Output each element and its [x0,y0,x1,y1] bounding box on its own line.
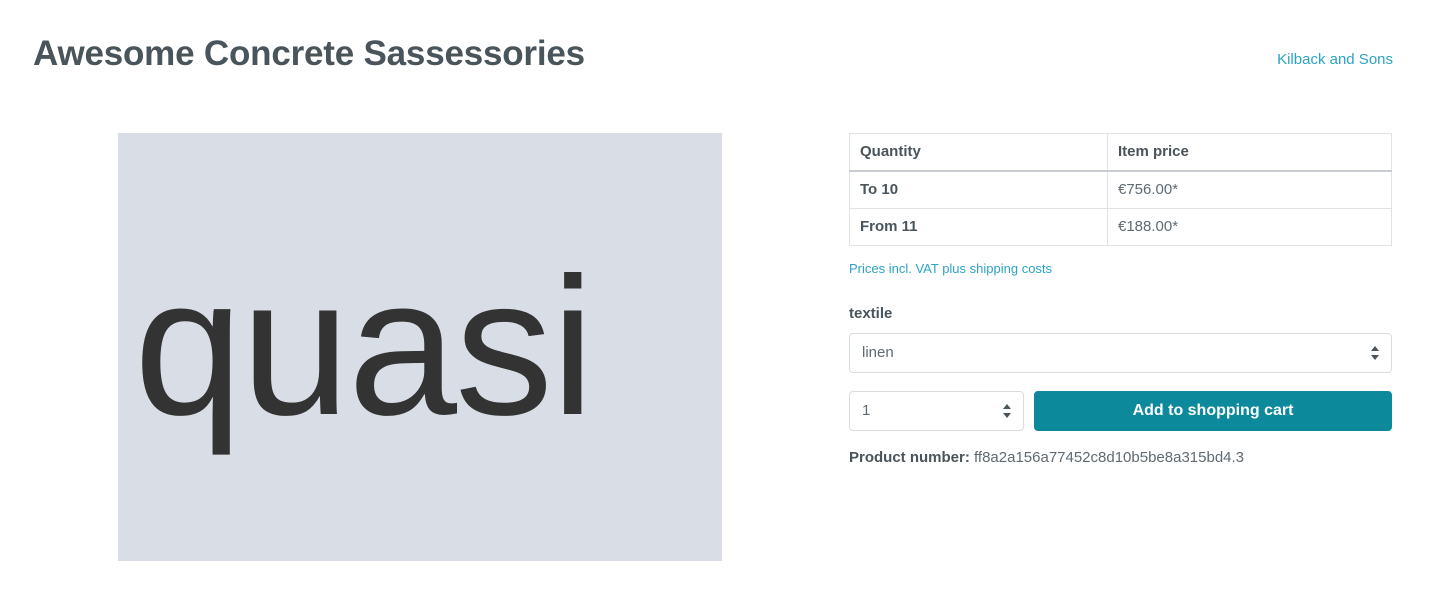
page-title: Awesome Concrete Sassessories [33,34,585,73]
column-header-quantity: Quantity [849,133,1108,172]
price-table-head: Quantity Item price [849,133,1392,172]
table-row: To 10 €756.00* [849,170,1392,209]
product-detail-page: Awesome Concrete Sassessories Kilback an… [0,0,1441,595]
add-to-cart-row: 1 Add to shopping cart [849,391,1392,431]
tax-and-shipping-link[interactable]: Prices incl. VAT plus shipping costs [849,260,1392,278]
product-gallery[interactable]: quasi [118,133,722,561]
cell-price: €188.00* [1107,208,1392,246]
variant-select-wrapper[interactable]: linen [849,333,1392,373]
price-table-body: To 10 €756.00* From 11 €188.00* [849,170,1392,246]
table-header-row: Quantity Item price [849,133,1392,172]
manufacturer-link[interactable]: Kilback and Sons [1277,50,1393,70]
cell-quantity: To 10 [849,170,1108,209]
variant-group-label: textile [849,305,893,322]
variant-select[interactable]: linen [849,333,1392,373]
product-number: Product number: ff8a2a156a77452c8d10b5be… [849,448,1392,468]
add-to-cart-button[interactable]: Add to shopping cart [1034,391,1392,431]
product-number-label: Product number: [849,449,970,466]
cell-price: €756.00* [1107,170,1392,209]
price-table: Quantity Item price To 10 €756.00* From … [849,133,1392,246]
product-image-placeholder-text: quasi [134,237,595,456]
product-number-value: ff8a2a156a77452c8d10b5be8a315bd4.3 [974,449,1245,466]
page-header: Awesome Concrete Sassessories Kilback an… [0,0,1441,100]
quantity-select-wrapper[interactable]: 1 [849,391,1024,431]
cell-quantity: From 11 [849,208,1108,246]
quantity-select[interactable]: 1 [849,391,1024,431]
column-header-item-price: Item price [1107,133,1392,172]
table-row: From 11 €188.00* [849,208,1392,246]
buy-widget: Quantity Item price To 10 €756.00* From … [849,133,1392,468]
product-image[interactable]: quasi [118,133,722,561]
